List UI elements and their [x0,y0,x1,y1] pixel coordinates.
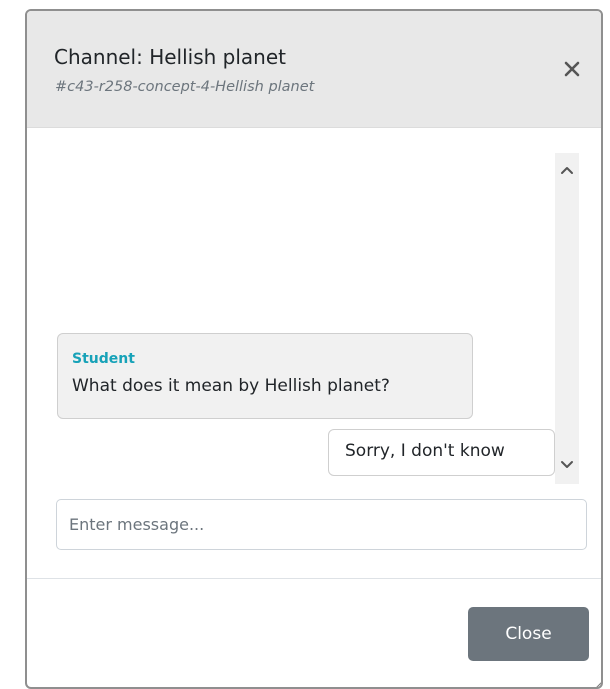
message-text: Sorry, I don't know [345,441,505,461]
resize-grip-icon[interactable] [591,676,601,687]
chevron-down-icon[interactable] [555,454,579,476]
dialog-header: Channel: Hellish planet #c43-r258-concep… [27,11,601,128]
message-bubble-own: Sorry, I don't know [328,429,555,476]
close-icon[interactable] [560,57,584,81]
dialog-footer: Close [27,578,601,687]
dialog-subtitle: #c43-r258-concept-4-Hellish planet [55,79,315,95]
message-sender: Student [72,351,135,367]
dialog-body: Student What does it mean by Hellish pla… [27,128,601,578]
close-button[interactable]: Close [468,607,589,661]
chevron-up-icon[interactable] [555,159,579,181]
dialog-title: Channel: Hellish planet [54,45,287,69]
message-text: What does it mean by Hellish planet? [72,376,390,396]
channel-dialog: Channel: Hellish planet #c43-r258-concep… [25,9,603,689]
message-input[interactable] [56,499,587,550]
message-bubble-student: Student What does it mean by Hellish pla… [57,333,473,419]
chat-scrollbar[interactable] [555,153,579,484]
